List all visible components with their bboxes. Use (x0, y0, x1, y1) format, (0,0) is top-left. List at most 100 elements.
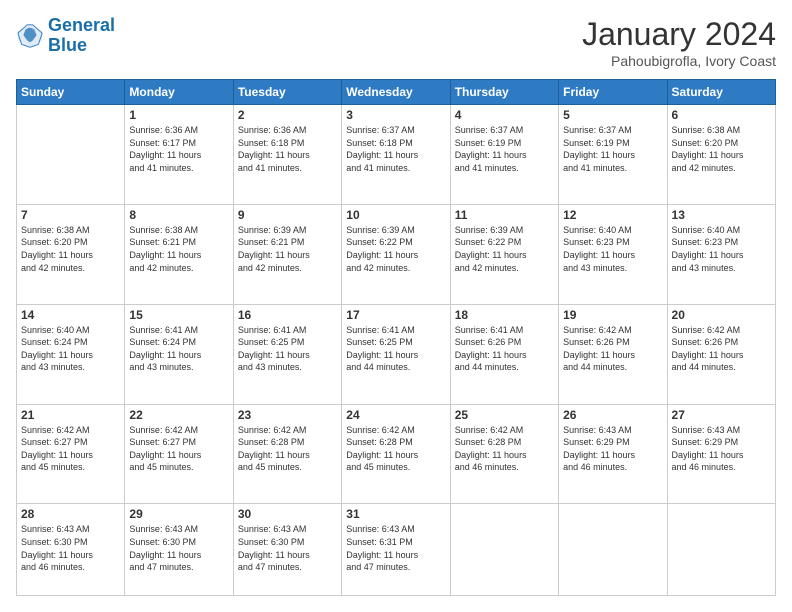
day-content: Sunrise: 6:41 AM Sunset: 6:25 PM Dayligh… (238, 324, 337, 374)
calendar-week-row: 21Sunrise: 6:42 AM Sunset: 6:27 PM Dayli… (17, 404, 776, 504)
calendar-cell: 3Sunrise: 6:37 AM Sunset: 6:18 PM Daylig… (342, 105, 450, 205)
day-number: 14 (21, 308, 120, 322)
day-content: Sunrise: 6:42 AM Sunset: 6:27 PM Dayligh… (129, 424, 228, 474)
calendar-table: SundayMondayTuesdayWednesdayThursdayFrid… (16, 79, 776, 596)
day-number: 28 (21, 507, 120, 521)
calendar-cell: 24Sunrise: 6:42 AM Sunset: 6:28 PM Dayli… (342, 404, 450, 504)
day-number: 29 (129, 507, 228, 521)
calendar-cell: 9Sunrise: 6:39 AM Sunset: 6:21 PM Daylig… (233, 204, 341, 304)
calendar-cell: 29 Sunrise: 6:43 AM Sunset: 6:30 PM Dayli… (125, 504, 233, 596)
calendar-cell: 30 Sunrise: 6:43 AM Sunset: 6:30 PM Dayli… (233, 504, 341, 596)
day-number: 4 (455, 108, 554, 122)
day-number: 30 (238, 507, 337, 521)
day-content: Sunrise: 6:40 AM Sunset: 6:23 PM Dayligh… (672, 224, 771, 274)
day-content: Sunrise: 6:41 AM Sunset: 6:25 PM Dayligh… (346, 324, 445, 374)
day-content: Sunrise: 6:42 AM Sunset: 6:28 PM Dayligh… (238, 424, 337, 474)
calendar-cell: 2 Sunrise: 6:36 AM Sunset: 6:18 PM Daylig… (233, 105, 341, 205)
calendar-week-row: 1 Sunrise: 6:36 AM Sunset: 6:17 PM Daylig… (17, 105, 776, 205)
calendar-cell: 20 Sunrise: 6:42 AM Sunset: 6:26 PM Dayli… (667, 304, 775, 404)
day-number: 20 (672, 308, 771, 322)
day-number: 23 (238, 408, 337, 422)
calendar-cell (17, 105, 125, 205)
calendar-cell: 27 Sunrise: 6:43 AM Sunset: 6:29 PM Dayli… (667, 404, 775, 504)
day-content: Sunrise: 6:43 AM Sunset: 6:31 PM Dayligh… (346, 523, 445, 573)
calendar-cell: 8 Sunrise: 6:38 AM Sunset: 6:21 PM Daylig… (125, 204, 233, 304)
calendar-cell: 25 Sunrise: 6:42 AM Sunset: 6:28 PM Dayli… (450, 404, 558, 504)
day-number: 17 (346, 308, 445, 322)
calendar-cell: 4 Sunrise: 6:37 AM Sunset: 6:19 PM Daylig… (450, 105, 558, 205)
calendar-day-header: Wednesday (342, 80, 450, 105)
calendar-cell: 6Sunrise: 6:38 AM Sunset: 6:20 PM Daylig… (667, 105, 775, 205)
logo-icon (16, 22, 44, 50)
calendar-cell: 5 Sunrise: 6:37 AM Sunset: 6:19 PM Daylig… (559, 105, 667, 205)
page: General Blue January 2024 Pahoubigrofla,… (0, 0, 792, 612)
day-number: 7 (21, 208, 120, 222)
day-number: 31 (346, 507, 445, 521)
calendar-day-header: Saturday (667, 80, 775, 105)
day-number: 24 (346, 408, 445, 422)
day-content: Sunrise: 6:39 AM Sunset: 6:22 PM Dayligh… (346, 224, 445, 274)
day-content: Sunrise: 6:37 AM Sunset: 6:19 PM Dayligh… (455, 124, 554, 174)
logo-line1: General (48, 15, 115, 35)
day-content: Sunrise: 6:38 AM Sunset: 6:20 PM Dayligh… (21, 224, 120, 274)
calendar-day-header: Thursday (450, 80, 558, 105)
calendar-cell: 13Sunrise: 6:40 AM Sunset: 6:23 PM Dayli… (667, 204, 775, 304)
calendar-cell: 26Sunrise: 6:43 AM Sunset: 6:29 PM Dayli… (559, 404, 667, 504)
day-content: Sunrise: 6:36 AM Sunset: 6:17 PM Dayligh… (129, 124, 228, 174)
calendar-cell: 1 Sunrise: 6:36 AM Sunset: 6:17 PM Daylig… (125, 105, 233, 205)
logo-text: General Blue (48, 16, 115, 56)
day-content: Sunrise: 6:36 AM Sunset: 6:18 PM Dayligh… (238, 124, 337, 174)
calendar-week-row: 28 Sunrise: 6:43 AM Sunset: 6:30 PM Dayli… (17, 504, 776, 596)
day-content: Sunrise: 6:42 AM Sunset: 6:27 PM Dayligh… (21, 424, 120, 474)
header: General Blue January 2024 Pahoubigrofla,… (16, 16, 776, 69)
day-content: Sunrise: 6:43 AM Sunset: 6:30 PM Dayligh… (21, 523, 120, 573)
day-content: Sunrise: 6:43 AM Sunset: 6:30 PM Dayligh… (129, 523, 228, 573)
day-content: Sunrise: 6:40 AM Sunset: 6:23 PM Dayligh… (563, 224, 662, 274)
calendar-cell (559, 504, 667, 596)
calendar-day-header: Sunday (17, 80, 125, 105)
calendar-header-row: SundayMondayTuesdayWednesdayThursdayFrid… (17, 80, 776, 105)
calendar-cell (667, 504, 775, 596)
calendar-cell: 14Sunrise: 6:40 AM Sunset: 6:24 PM Dayli… (17, 304, 125, 404)
day-content: Sunrise: 6:38 AM Sunset: 6:21 PM Dayligh… (129, 224, 228, 274)
day-number: 22 (129, 408, 228, 422)
calendar-cell: 21Sunrise: 6:42 AM Sunset: 6:27 PM Dayli… (17, 404, 125, 504)
day-number: 26 (563, 408, 662, 422)
calendar-cell: 15 Sunrise: 6:41 AM Sunset: 6:24 PM Dayli… (125, 304, 233, 404)
main-title: January 2024 (582, 16, 776, 53)
calendar-week-row: 7 Sunrise: 6:38 AM Sunset: 6:20 PM Daylig… (17, 204, 776, 304)
calendar-cell: 11 Sunrise: 6:39 AM Sunset: 6:22 PM Dayli… (450, 204, 558, 304)
day-number: 11 (455, 208, 554, 222)
day-number: 10 (346, 208, 445, 222)
day-content: Sunrise: 6:41 AM Sunset: 6:26 PM Dayligh… (455, 324, 554, 374)
calendar-cell: 7 Sunrise: 6:38 AM Sunset: 6:20 PM Daylig… (17, 204, 125, 304)
day-number: 6 (672, 108, 771, 122)
calendar-cell: 22 Sunrise: 6:42 AM Sunset: 6:27 PM Dayli… (125, 404, 233, 504)
day-number: 16 (238, 308, 337, 322)
day-content: Sunrise: 6:37 AM Sunset: 6:19 PM Dayligh… (563, 124, 662, 174)
day-number: 25 (455, 408, 554, 422)
day-content: Sunrise: 6:39 AM Sunset: 6:22 PM Dayligh… (455, 224, 554, 274)
calendar-cell: 16 Sunrise: 6:41 AM Sunset: 6:25 PM Dayli… (233, 304, 341, 404)
calendar-cell: 31 Sunrise: 6:43 AM Sunset: 6:31 PM Dayli… (342, 504, 450, 596)
day-content: Sunrise: 6:42 AM Sunset: 6:26 PM Dayligh… (672, 324, 771, 374)
day-number: 19 (563, 308, 662, 322)
day-content: Sunrise: 6:43 AM Sunset: 6:29 PM Dayligh… (672, 424, 771, 474)
day-number: 1 (129, 108, 228, 122)
day-number: 2 (238, 108, 337, 122)
day-content: Sunrise: 6:42 AM Sunset: 6:28 PM Dayligh… (455, 424, 554, 474)
day-content: Sunrise: 6:39 AM Sunset: 6:21 PM Dayligh… (238, 224, 337, 274)
calendar-cell: 17 Sunrise: 6:41 AM Sunset: 6:25 PM Dayli… (342, 304, 450, 404)
calendar-day-header: Monday (125, 80, 233, 105)
day-number: 5 (563, 108, 662, 122)
day-number: 27 (672, 408, 771, 422)
day-number: 3 (346, 108, 445, 122)
day-content: Sunrise: 6:41 AM Sunset: 6:24 PM Dayligh… (129, 324, 228, 374)
calendar-cell: 10 Sunrise: 6:39 AM Sunset: 6:22 PM Dayli… (342, 204, 450, 304)
day-content: Sunrise: 6:43 AM Sunset: 6:30 PM Dayligh… (238, 523, 337, 573)
title-block: January 2024 Pahoubigrofla, Ivory Coast (582, 16, 776, 69)
day-number: 8 (129, 208, 228, 222)
calendar-cell: 19Sunrise: 6:42 AM Sunset: 6:26 PM Dayli… (559, 304, 667, 404)
day-number: 15 (129, 308, 228, 322)
calendar-cell (450, 504, 558, 596)
